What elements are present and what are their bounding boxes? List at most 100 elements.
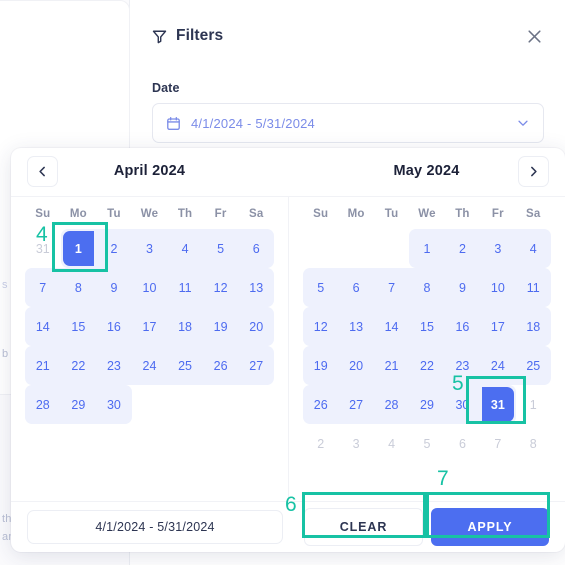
- date-range-input[interactable]: 4/1/2024 - 5/31/2024: [152, 103, 544, 143]
- calendar-day-cell[interactable]: 12: [202, 268, 239, 307]
- calendar-day-cell[interactable]: 2: [444, 229, 481, 268]
- background-text-fragment: b: [2, 348, 9, 360]
- calendar-cell-empty: [61, 424, 97, 463]
- calendar-day-cell[interactable]: 13: [238, 268, 274, 307]
- calendar-day-cell[interactable]: 19: [202, 307, 239, 346]
- calendar-day-cell[interactable]: 2: [96, 229, 132, 268]
- calendar-day-cell[interactable]: 23: [96, 346, 132, 385]
- calendar-day-cell[interactable]: 26: [303, 385, 339, 424]
- calendar-day-cell[interactable]: 8: [516, 424, 551, 463]
- calendar-day-cell[interactable]: 28: [373, 385, 410, 424]
- calendar-day-cell[interactable]: 11: [515, 268, 551, 307]
- calendar-day-cell[interactable]: 10: [131, 268, 168, 307]
- calendar-day-cell[interactable]: 8: [60, 268, 97, 307]
- calendar-week-row: 12 13 14 15 16 17 18: [303, 307, 551, 346]
- calendar-day-cell[interactable]: 20: [338, 346, 374, 385]
- calendar-cell-empty: [238, 385, 274, 424]
- calendar-week-row: 28 29 30: [25, 385, 274, 424]
- calendar-day-cell[interactable]: 10: [480, 268, 516, 307]
- calendar-day-cell[interactable]: 2: [303, 424, 338, 463]
- apply-button[interactable]: APPLY: [431, 508, 549, 546]
- close-icon[interactable]: [521, 23, 547, 49]
- calendar-cell-empty: [238, 424, 274, 463]
- calendar-day-cell[interactable]: 31: [25, 229, 61, 268]
- calendar-day-cell[interactable]: 31: [480, 385, 516, 424]
- calendar-day-cell[interactable]: 5: [409, 424, 444, 463]
- calendar-day-cell[interactable]: 15: [60, 307, 97, 346]
- calendar-day-cell[interactable]: 29: [60, 385, 97, 424]
- weekday-tu: Tu: [384, 208, 399, 220]
- calendar-week-row: 7 8 9 10 11 12 13: [25, 268, 274, 307]
- calendar-week-row: 31 1 2 3 4 5 6: [25, 229, 274, 268]
- calendar-day-cell[interactable]: 5: [202, 229, 239, 268]
- calendar-day-cell[interactable]: 17: [480, 307, 516, 346]
- calendar-day-cell[interactable]: 9: [444, 268, 481, 307]
- calendar-day-cell[interactable]: 3: [480, 229, 516, 268]
- calendar-day-cell[interactable]: 6: [238, 229, 274, 268]
- filters-header: Filters: [152, 22, 547, 50]
- weekday-sa: Sa: [526, 208, 541, 220]
- calendar-day-cell[interactable]: 30: [96, 385, 132, 424]
- calendar-day-cell[interactable]: 29: [409, 385, 445, 424]
- calendar-day-cell[interactable]: 11: [167, 268, 203, 307]
- calendar-day-cell[interactable]: 3: [131, 229, 168, 268]
- calendar-day-cell[interactable]: 6: [338, 268, 374, 307]
- calendar-body: Su Mo Tu We Th Fr Sa 31 1 2 3 4 5 6 7 8 9 10 11 12 13 14 15 16…: [11, 196, 565, 501]
- calendar-month-may: Su Mo Tu We Th Fr Sa 1 2 3 4 5 6 7 8 9 10 11 12 13 14 15 16 17…: [288, 197, 565, 501]
- calendar-day-cell[interactable]: 7: [25, 268, 61, 307]
- calendar-day-cell[interactable]: 26: [202, 346, 239, 385]
- calendar-day-cell[interactable]: 16: [96, 307, 132, 346]
- calendar-day-cell[interactable]: 15: [409, 307, 445, 346]
- background-text-fragment: s: [2, 279, 8, 291]
- calendar-day-cell[interactable]: 22: [60, 346, 97, 385]
- calendar-day-cell[interactable]: 14: [373, 307, 410, 346]
- next-month-button[interactable]: [518, 156, 549, 187]
- calendar-day-cell[interactable]: 1: [60, 229, 97, 268]
- selected-day-pill: 1: [62, 231, 95, 266]
- calendar-day-cell[interactable]: 25: [167, 346, 203, 385]
- calendar-day-cell[interactable]: 30: [444, 385, 481, 424]
- calendar-day-cell[interactable]: 1: [516, 385, 551, 424]
- clear-button[interactable]: CLEAR: [304, 508, 423, 546]
- calendar-week-row: 5 6 7 8 9 10 11: [303, 268, 551, 307]
- calendar-day-cell[interactable]: 5: [303, 268, 339, 307]
- chevron-down-icon[interactable]: [516, 116, 530, 130]
- filters-title: Filters: [176, 27, 224, 44]
- calendar-day-cell[interactable]: 13: [338, 307, 374, 346]
- calendar-day-cell[interactable]: 6: [445, 424, 480, 463]
- calendar-day-cell[interactable]: 18: [167, 307, 203, 346]
- funnel-icon: [152, 29, 167, 44]
- calendar-day-cell[interactable]: 7: [373, 268, 410, 307]
- calendar-day-cell[interactable]: 24: [480, 346, 516, 385]
- calendar-day-cell[interactable]: 18: [515, 307, 551, 346]
- calendar-day-cell[interactable]: 7: [480, 424, 515, 463]
- calendar-icon: [166, 116, 181, 131]
- calendar-day-cell[interactable]: 16: [444, 307, 481, 346]
- calendar-day-cell[interactable]: 27: [338, 385, 374, 424]
- calendar-day-cell[interactable]: 24: [131, 346, 168, 385]
- calendar-day-cell[interactable]: 28: [25, 385, 61, 424]
- calendar-day-cell[interactable]: 21: [373, 346, 410, 385]
- calendar-day-cell[interactable]: 4: [515, 229, 551, 268]
- calendar-day-cell[interactable]: 27: [238, 346, 274, 385]
- calendar-day-cell[interactable]: 4: [167, 229, 203, 268]
- calendar-day-cell[interactable]: 23: [444, 346, 481, 385]
- calendar-day-cell[interactable]: 19: [303, 346, 339, 385]
- calendar-day-cell[interactable]: 21: [25, 346, 61, 385]
- calendar-cell-empty: [303, 229, 338, 268]
- calendar-month-april: Su Mo Tu We Th Fr Sa 31 1 2 3 4 5 6 7 8 9 10 11 12 13 14 15 16…: [11, 197, 288, 501]
- calendar-week-row: 19 20 21 22 23 24 25: [303, 346, 551, 385]
- calendar-day-cell[interactable]: 25: [515, 346, 551, 385]
- calendar-cell-empty: [132, 424, 168, 463]
- calendar-day-cell[interactable]: 9: [96, 268, 132, 307]
- calendar-day-cell[interactable]: 4: [374, 424, 409, 463]
- calendar-day-cell[interactable]: 17: [131, 307, 168, 346]
- calendar-day-cell[interactable]: 8: [409, 268, 445, 307]
- calendar-day-cell[interactable]: 20: [238, 307, 274, 346]
- calendar-day-cell[interactable]: 12: [303, 307, 339, 346]
- calendar-cell-empty: [203, 424, 239, 463]
- calendar-day-cell[interactable]: 22: [409, 346, 445, 385]
- calendar-day-cell[interactable]: 3: [338, 424, 373, 463]
- calendar-day-cell[interactable]: 14: [25, 307, 61, 346]
- calendar-day-cell[interactable]: 1: [409, 229, 445, 268]
